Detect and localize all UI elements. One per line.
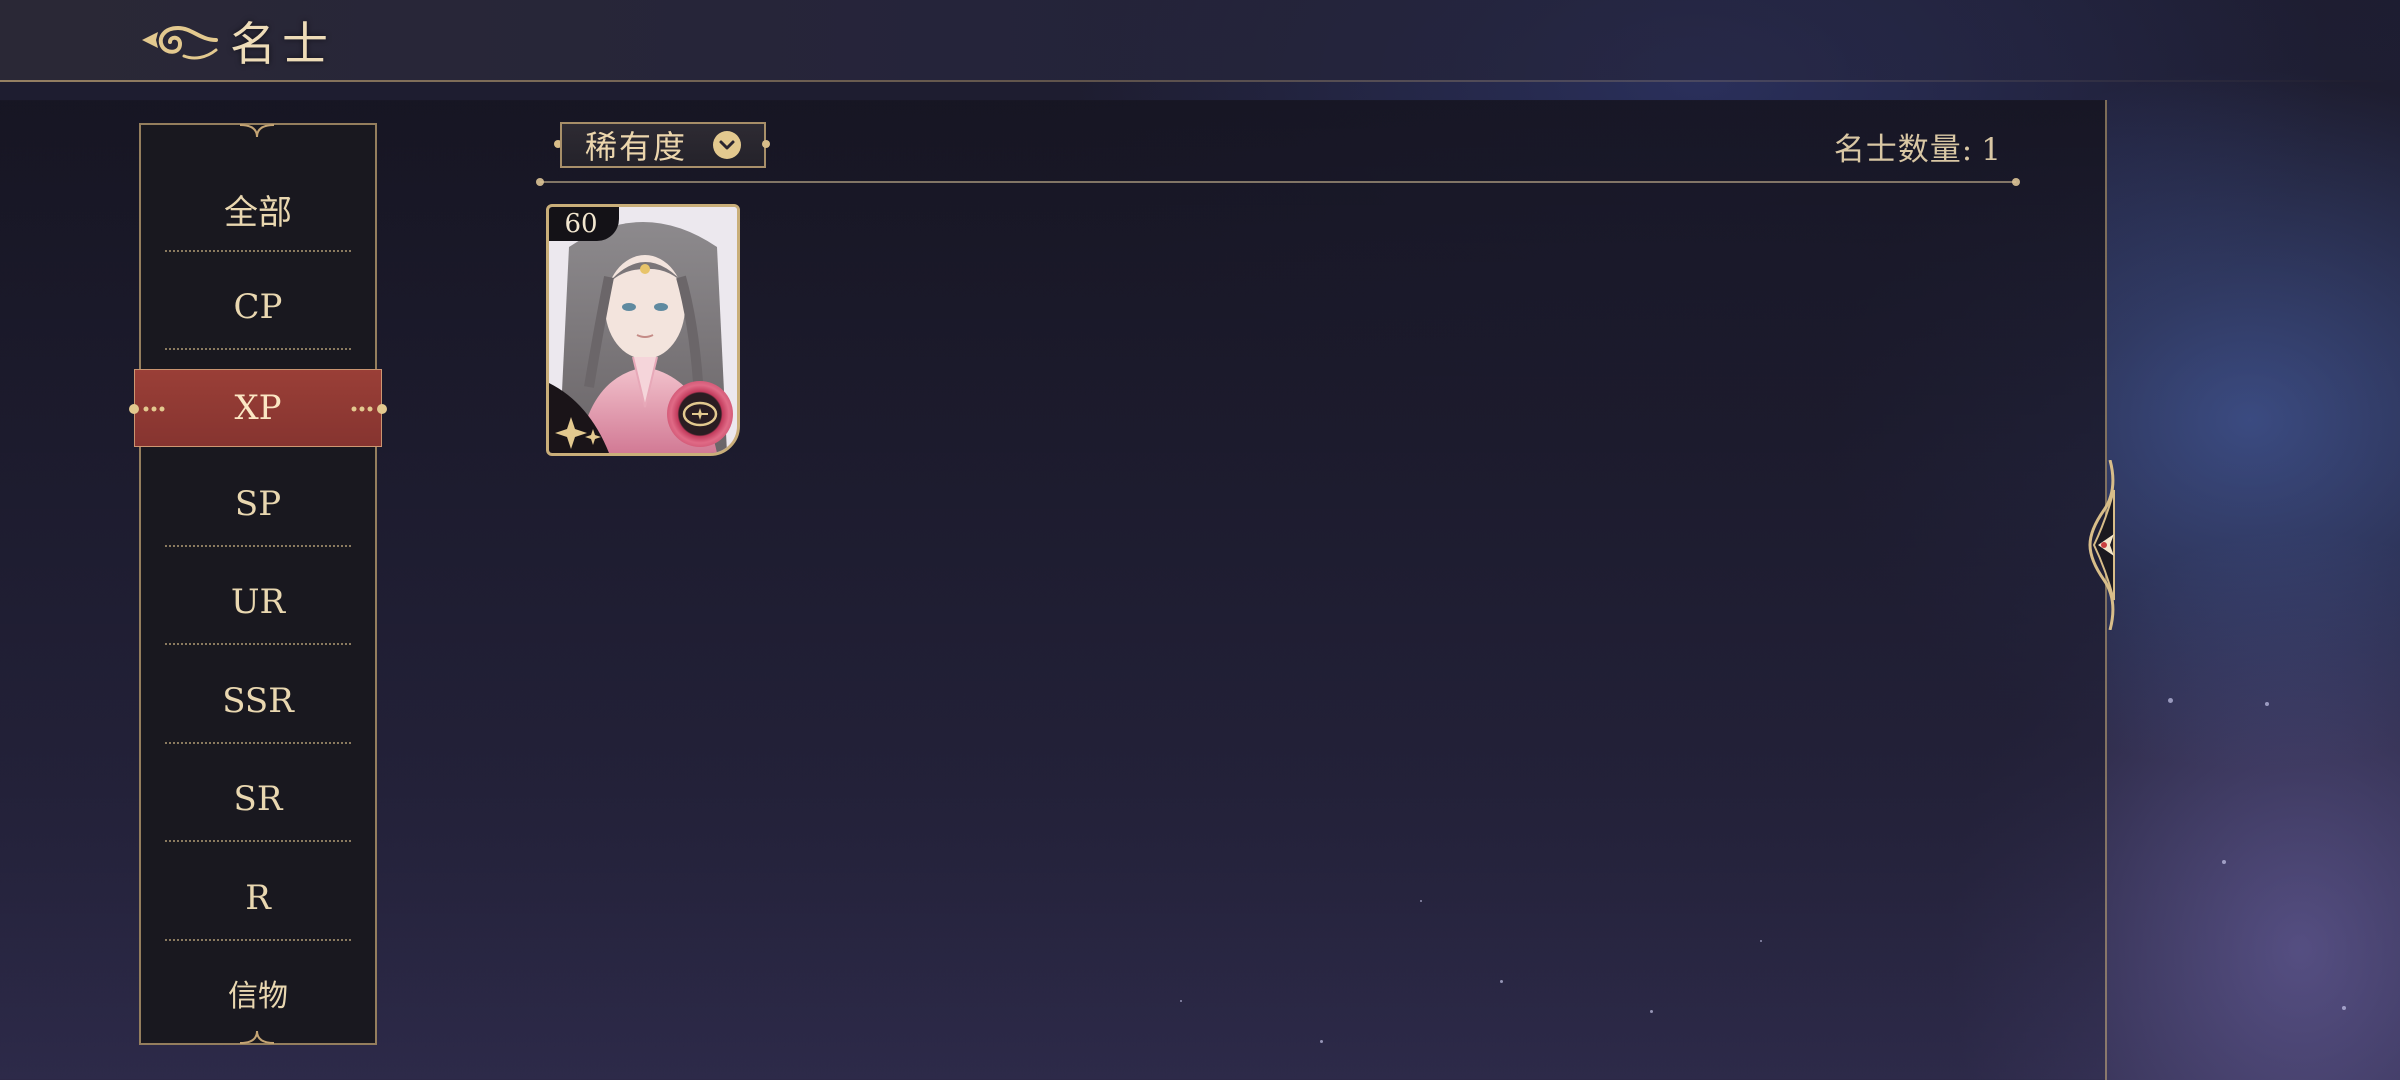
sidebar-divider — [165, 840, 351, 842]
sidebar-item-all[interactable]: 全部 — [139, 160, 377, 258]
sidebar-item-label: CP — [233, 287, 283, 327]
sidebar-divider — [165, 643, 351, 645]
card-corner-ornament — [549, 383, 609, 453]
sidebar-divider — [165, 250, 351, 252]
sidebar-divider — [165, 939, 351, 941]
filter-ornament-dot — [762, 140, 770, 148]
count-label: 名士数量: — [1833, 132, 1974, 168]
character-count: 名士数量: 1 — [1834, 124, 2002, 169]
page-title: 名士 — [230, 17, 334, 71]
rarity-filter-dropdown[interactable]: 稀有度 — [560, 122, 766, 168]
active-tab-left-ornament — [129, 404, 165, 414]
sidebar-item-label: 全部 — [224, 192, 292, 233]
sidebar-divider — [165, 545, 351, 547]
sidebar-item-label: SSR — [222, 681, 294, 721]
sidebar-top-notch — [240, 124, 274, 137]
collapse-panel-arrow-icon[interactable] — [2070, 460, 2120, 630]
level-badge: 60 — [549, 207, 619, 241]
sidebar-divider — [165, 742, 351, 744]
cloud-scroll-back-icon[interactable] — [136, 14, 222, 66]
faction-emblem-icon — [667, 381, 733, 447]
sidebar-item-r[interactable]: R — [139, 849, 377, 947]
header-bar — [0, 0, 2400, 80]
sidebar-item-token[interactable]: 信物 — [139, 944, 377, 1042]
sidebar-item-label: SR — [233, 779, 283, 819]
sidebar-item-label: 信物 — [228, 979, 288, 1014]
count-value: 1 — [1981, 132, 2002, 168]
active-tab-right-ornament — [351, 404, 387, 414]
sidebar-item-ssr[interactable]: SSR — [139, 652, 377, 750]
sidebar-item-label: XP — [234, 388, 282, 428]
header-divider — [0, 80, 2400, 82]
sidebar-divider — [165, 348, 351, 350]
chevron-down-icon — [713, 131, 741, 159]
sidebar-item-cp[interactable]: CP — [139, 258, 377, 356]
sidebar-item-label: SP — [234, 484, 282, 524]
filter-label: 稀有度 — [584, 128, 687, 166]
sidebar-item-sr[interactable]: SR — [139, 750, 377, 848]
sidebar-item-ur[interactable]: UR — [139, 553, 377, 651]
game-screen: 名士 全部 CP XP SP UR SSR SR R 信物 稀有度 名士数量: … — [0, 0, 2400, 1080]
sidebar-item-label: UR — [230, 582, 286, 622]
sidebar-item-sp[interactable]: SP — [139, 455, 377, 553]
list-header-divider — [536, 178, 2020, 186]
character-card[interactable]: 60 — [546, 204, 740, 456]
sidebar-item-label: R — [245, 878, 271, 918]
